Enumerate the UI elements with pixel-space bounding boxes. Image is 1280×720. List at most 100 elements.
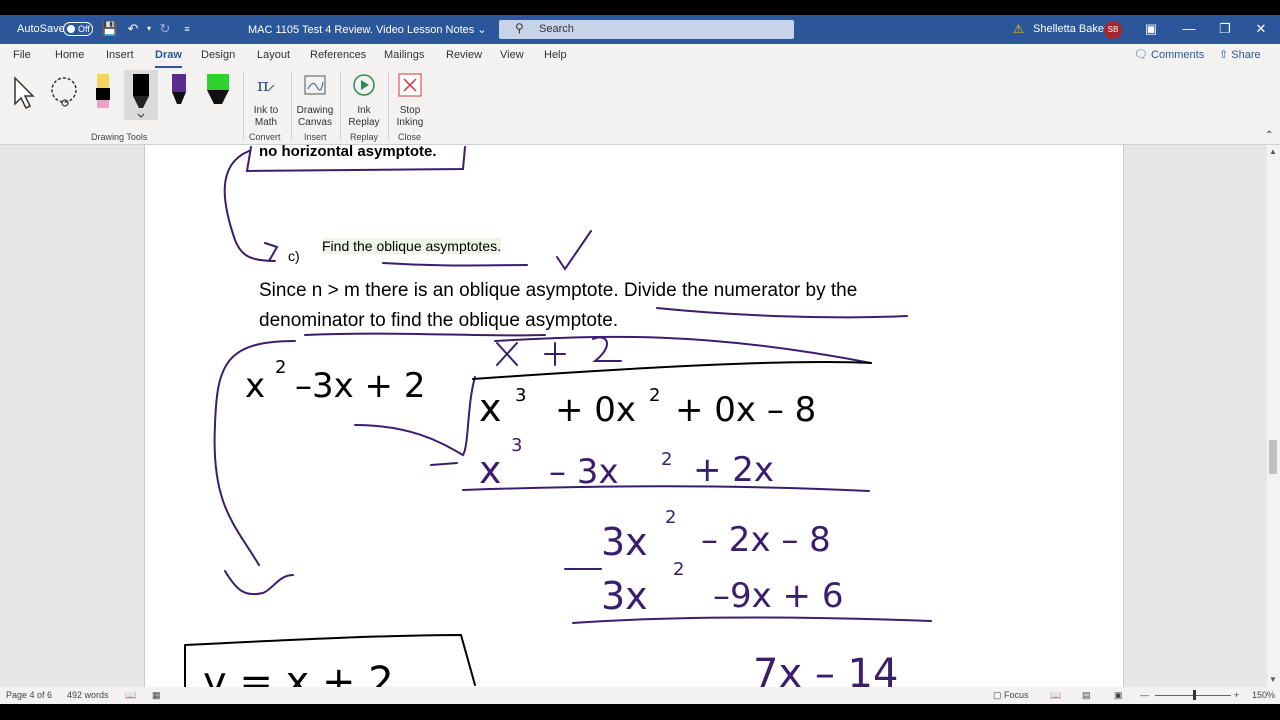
stop-inking-label-2: Inking [396,117,424,128]
comments-button[interactable]: 🗨 Comments [1134,48,1204,61]
save-icon[interactable]: 💾 [101,20,119,38]
zoom-level[interactable]: 150% [1252,690,1275,700]
tab-references[interactable]: References [310,49,366,61]
highlighter-green-icon[interactable] [204,72,232,112]
svg-text:7x – 14: 7x – 14 [753,651,898,687]
status-bar: Page 4 of 6 492 words 📖 ▦ ▢ Focus 📖 ▤ ▣ … [0,687,1280,704]
proofing-icon[interactable]: 📖 [125,690,136,701]
svg-text:y = x + 2: y = x + 2 [203,659,394,687]
minimize-icon[interactable]: — [1180,21,1198,36]
ink-annotations: x 3 – 3x 2 + 2x 3x 2 – 2x – 8 3x 2 –9x +… [184,146,932,687]
restore-icon[interactable]: ❐ [1216,21,1234,37]
svg-text:2: 2 [665,507,676,528]
pen-black-icon[interactable] [130,72,152,120]
stop-inking-icon [398,73,422,97]
toggle-knob [67,25,75,33]
zoom-out-icon[interactable]: — [1140,690,1149,700]
vertical-scrollbar[interactable]: ▲ ▼ [1267,145,1280,687]
top-border [0,0,1280,15]
search-icon: ⚲ [515,21,524,35]
tab-view[interactable]: View [500,49,524,61]
ink-replay-label-2: Replay [348,117,380,128]
stop-inking-button[interactable]: Stop Inking [386,73,434,129]
group-drawing-tools: Drawing Tools [91,132,148,142]
tab-help[interactable]: Help [544,49,567,61]
print-layout-icon[interactable]: ▤ [1082,690,1091,701]
svg-text:+ 2x: + 2x [693,450,774,490]
svg-text:–9x + 6: –9x + 6 [713,576,844,616]
replay-icon [353,74,375,96]
document-title[interactable]: MAC 1105 Test 4 Review. Video Lesson Not… [248,23,487,36]
word-count[interactable]: 492 words [67,690,109,700]
title-bar: AutoSave Off 💾 ↶ ▾ ↻ ≡ MAC 1105 Test 4 R… [0,15,1280,44]
svg-text:2: 2 [275,357,286,378]
group-convert: Convert [249,132,281,142]
tab-draw[interactable]: Draw [155,49,182,68]
zoom-in-icon[interactable]: + [1234,690,1239,700]
lasso-select-icon[interactable] [48,76,82,108]
search-placeholder: Search [539,23,574,35]
ink-replay-button[interactable]: Ink Replay [340,73,388,129]
page-count[interactable]: Page 4 of 6 [6,690,52,700]
document-canvas: no horizontal asymptote. c) Find the obl… [0,145,1267,687]
svg-text:–3x + 2: –3x + 2 [295,366,426,406]
svg-text:3: 3 [511,435,522,456]
group-replay: Replay [350,132,379,142]
group-close: Close [398,132,422,142]
tab-design[interactable]: Design [201,49,235,61]
tab-home[interactable]: Home [55,49,84,61]
tab-layout[interactable]: Layout [257,49,290,61]
svg-text:3x: 3x [601,520,648,564]
svg-text:3: 3 [515,385,526,406]
canvas-icon [304,75,326,95]
svg-text:x: x [479,448,502,492]
user-name[interactable]: Shelletta Baker [1033,23,1108,35]
avatar[interactable]: SB [1104,21,1122,39]
warning-icon[interactable]: ⚠ [1013,22,1024,36]
scroll-thumb[interactable] [1269,440,1277,474]
highlighter-yellow-icon[interactable] [94,72,112,112]
svg-text:2: 2 [661,449,672,470]
zoom-slider-thumb[interactable] [1193,690,1196,700]
drawing-canvas-label-1: Drawing [296,105,334,116]
tab-insert[interactable]: Insert [106,49,134,61]
close-icon[interactable]: ✕ [1252,21,1270,37]
select-cursor-icon[interactable] [12,76,38,110]
ink-replay-label-1: Ink [357,105,371,116]
ribbon-draw: Drawing Tools π Ink to Math Convert Draw… [0,68,1280,145]
tab-review[interactable]: Review [446,49,482,61]
svg-text:+ 0x: + 0x [555,390,636,430]
svg-text:– 2x – 8: – 2x – 8 [701,520,831,560]
toggle-state: Off [78,24,90,34]
ink-to-math-button[interactable]: π Ink to Math [242,73,290,129]
scroll-down-icon[interactable]: ▼ [1269,675,1277,684]
document-page[interactable]: no horizontal asymptote. c) Find the obl… [144,145,1124,687]
accessibility-icon[interactable]: ▦ [152,690,161,701]
collapse-ribbon-icon[interactable]: ⌃ [1265,130,1273,141]
ink-to-math-label-1: Ink to [253,105,279,116]
group-insert: Insert [304,132,327,142]
ink-to-math-label-2: Math [254,117,278,128]
focus-button[interactable]: ▢ Focus [993,690,1029,701]
redo-icon[interactable]: ↻ [156,20,174,38]
svg-text:– 3x: – 3x [549,452,619,492]
search-box[interactable]: ⚲ Search [499,20,794,39]
web-layout-icon[interactable]: ▣ [1114,690,1123,701]
svg-text:x: x [245,366,265,406]
drawing-canvas-button[interactable]: Drawing Canvas [291,73,339,129]
tab-mailings[interactable]: Mailings [384,49,424,61]
bottom-border [0,704,1280,720]
pi-icon: π [257,75,275,96]
share-button[interactable]: ⇧ Share [1219,48,1261,61]
tab-file[interactable]: File [13,49,31,61]
ribbon-display-icon[interactable]: ▣ [1142,21,1160,37]
pen-purple-icon[interactable] [170,72,188,112]
read-mode-icon[interactable]: 📖 [1050,690,1061,701]
svg-text:π: π [257,75,269,96]
ribbon-tabs: File Home Insert Draw Design Layout Refe… [0,44,1280,68]
scroll-up-icon[interactable]: ▲ [1269,147,1277,156]
autosave-toggle[interactable]: Off [63,22,93,36]
drawing-canvas-label-2: Canvas [298,117,332,128]
customize-toolbar-icon[interactable]: ≡ [178,20,196,38]
svg-text:2: 2 [649,385,660,406]
